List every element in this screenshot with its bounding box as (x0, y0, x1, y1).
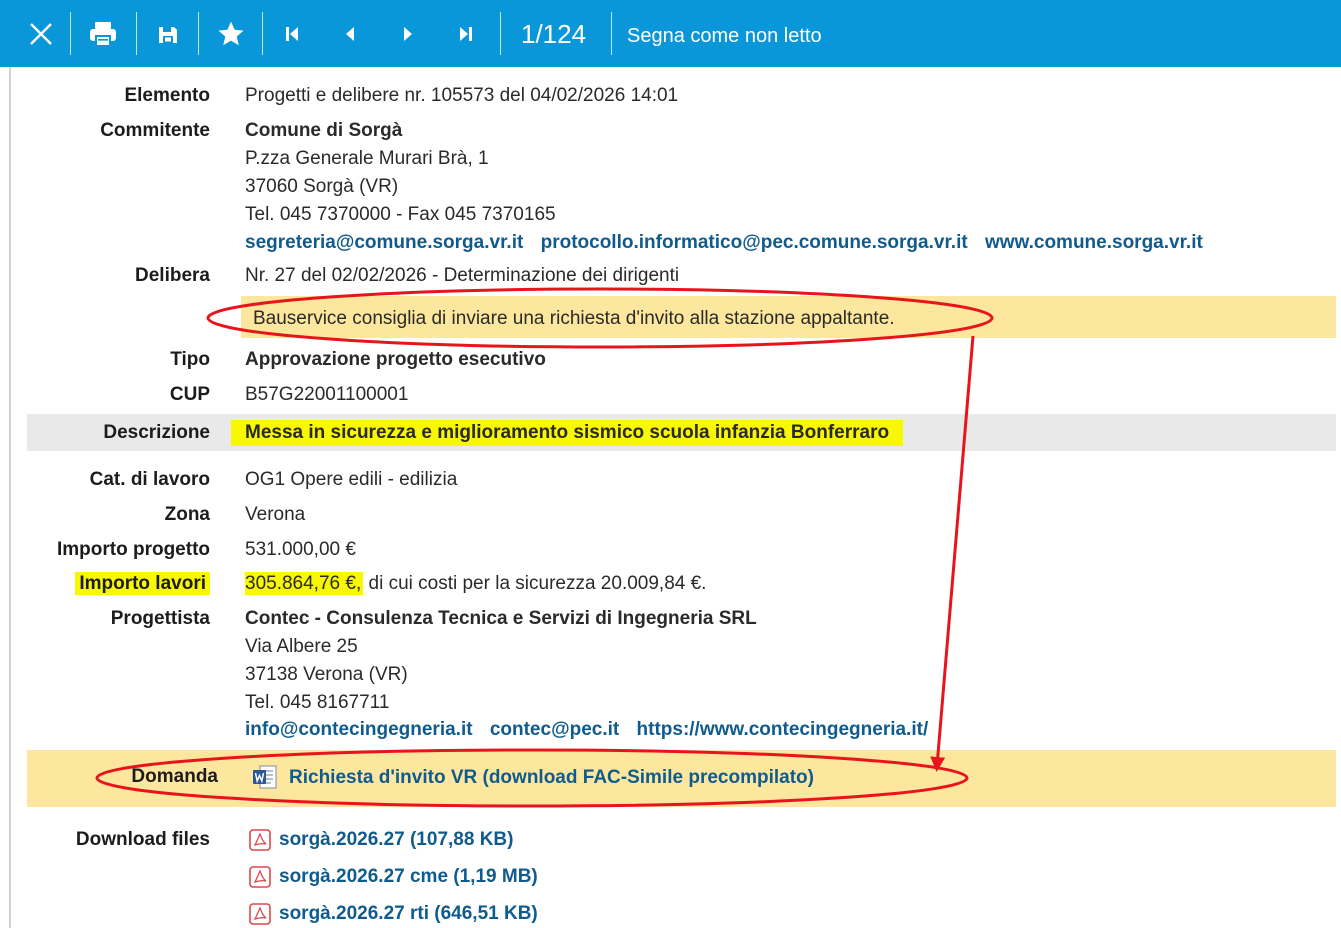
committente-pec-link[interactable]: protocollo.informatico@pec.comune.sorga.… (541, 232, 968, 253)
file-download-link[interactable]: sorgà.2026.27 cme (1,19 MB) (279, 866, 538, 887)
committente-address: P.zza Generale Murari Brà, 1 (245, 148, 489, 169)
download-label: Download files (75, 829, 210, 850)
tipo-label: Tipo (170, 349, 210, 370)
file-row: sorgà.2026.27 (107,88 KB) (279, 828, 513, 852)
delibera-label: Delibera (135, 265, 210, 286)
star-icon[interactable] (210, 0, 252, 67)
importo-lavori-rest: di cui costi per la sicurezza 20.009,84 … (363, 573, 707, 594)
next-page-icon[interactable] (392, 0, 424, 67)
importo-progetto-value: 531.000,00 € (245, 539, 356, 560)
categoria-value: OG1 Opere edili - edilizia (245, 469, 458, 490)
toolbar-separator (136, 12, 137, 55)
cup-label: CUP (169, 384, 210, 405)
progettista-pec-link[interactable]: contec@pec.it (490, 719, 619, 740)
committente-label: Commitente (100, 120, 210, 141)
file-download-link[interactable]: sorgà.2026.27 (107,88 KB) (279, 829, 513, 850)
domanda-label: Domanda (131, 766, 218, 787)
committente-web-link[interactable]: www.comune.sorga.vr.it (985, 232, 1203, 253)
progettista-web-link[interactable]: https://www.contecingegneria.it/ (637, 719, 929, 740)
progettista-label: Progettista (110, 608, 210, 629)
descrizione-text: Messa in sicurezza e miglioramento sismi… (231, 420, 904, 446)
toolbar-separator (262, 12, 263, 55)
progettista-phone: Tel. 045 8167711 (245, 692, 390, 713)
importo-progetto-label: Importo progetto (56, 539, 210, 560)
importo-lavori-amount: 305.864,76 €, (245, 572, 364, 595)
progettista-city: 37138 Verona (VR) (245, 664, 408, 685)
invite-request-download-link[interactable]: Richiesta d'invito VR (download FAC-Simi… (289, 767, 814, 788)
word-document-icon (253, 765, 277, 789)
save-icon[interactable] (148, 0, 188, 67)
invite-notice: Bauservice consiglia di inviare una rich… (253, 308, 895, 329)
file-row: sorgà.2026.27 rti (646,51 KB) (279, 902, 538, 926)
print-icon[interactable] (82, 0, 124, 67)
prev-page-icon[interactable] (334, 0, 366, 67)
zona-value: Verona (245, 504, 306, 525)
first-page-icon[interactable] (276, 0, 308, 67)
committente-phone: Tel. 045 7370000 - Fax 045 7370165 (245, 204, 556, 225)
panel-border (9, 67, 11, 928)
descrizione-label: Descrizione (103, 422, 210, 443)
categoria-label: Cat. di lavoro (89, 469, 210, 490)
importo-lavori-label-text: Importo lavori (75, 572, 210, 595)
toolbar-separator (611, 12, 612, 55)
committente-name: Comune di Sorgà (245, 120, 403, 141)
importo-lavori-label: Importo lavori (0, 572, 210, 596)
elemento-label: Elemento (124, 85, 210, 106)
cup-value: B57G22001100001 (245, 384, 409, 405)
progettista-name: Contec - Consulenza Tecnica e Servizi di… (245, 608, 757, 629)
committente-contacts: segreteria@comune.sorga.vr.it protocollo… (245, 231, 1203, 255)
tipo-value: Approvazione progetto esecutivo (245, 349, 546, 370)
detail-panel: Elemento Progetti e delibere nr. 105573 … (0, 67, 1341, 928)
committente-city: 37060 Sorgà (VR) (245, 176, 399, 197)
page-counter: 1/124 (521, 19, 587, 49)
elemento-value: Progetti e delibere nr. 105573 del 04/02… (245, 85, 679, 106)
pdf-file-icon (249, 903, 271, 925)
zona-label: Zona (164, 504, 210, 525)
domanda-link-wrapper: Richiesta d'invito VR (download FAC-Simi… (289, 766, 814, 790)
toolbar-separator (70, 12, 71, 55)
toolbar: 1/124 Segna come non letto (0, 0, 1341, 67)
pdf-file-icon (249, 866, 271, 888)
last-page-icon[interactable] (450, 0, 482, 67)
importo-lavori-value: 305.864,76 €, di cui costi per la sicure… (245, 572, 706, 596)
progettista-address: Via Albere 25 (245, 636, 358, 657)
toolbar-separator (198, 12, 199, 55)
toolbar-separator (500, 12, 501, 55)
file-row: sorgà.2026.27 cme (1,19 MB) (279, 865, 538, 889)
progettista-contacts: info@contecingegneria.it contec@pec.it h… (245, 718, 928, 742)
progettista-email-link[interactable]: info@contecingegneria.it (245, 719, 473, 740)
committente-email-link[interactable]: segreteria@comune.sorga.vr.it (245, 232, 523, 253)
pdf-file-icon (249, 829, 271, 851)
mark-unread-button[interactable]: Segna come non letto (627, 24, 822, 48)
close-icon[interactable] (20, 0, 62, 67)
descrizione-value: Messa in sicurezza e miglioramento sismi… (231, 420, 904, 446)
file-download-link[interactable]: sorgà.2026.27 rti (646,51 KB) (279, 903, 538, 924)
delibera-value: Nr. 27 del 02/02/2026 - Determinazione d… (245, 265, 680, 286)
